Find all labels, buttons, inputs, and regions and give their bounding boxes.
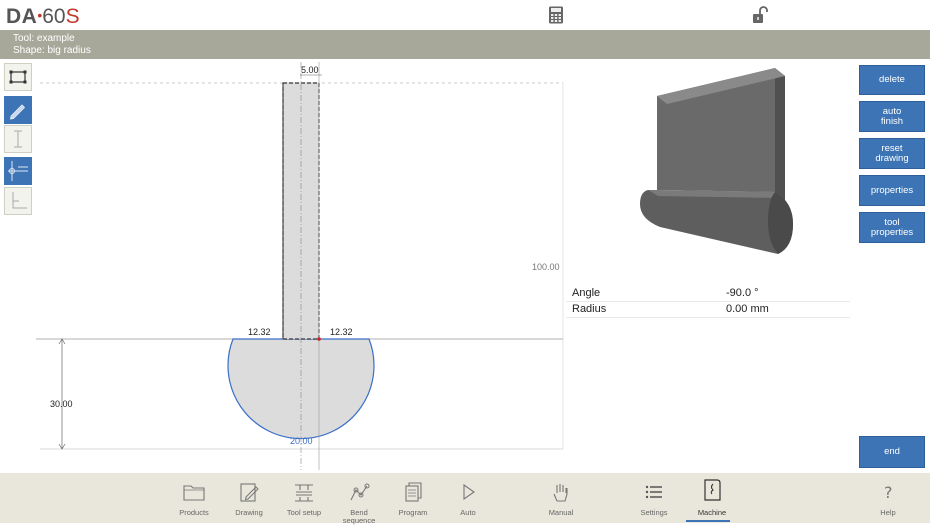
hand-icon bbox=[553, 484, 568, 502]
machine-icon bbox=[704, 479, 721, 501]
auto-finish-label-line1: auto bbox=[882, 105, 902, 117]
nav-products[interactable]: Products bbox=[166, 473, 222, 523]
nav-settings[interactable]: Settings bbox=[626, 473, 682, 523]
nav-products-label: Products bbox=[179, 508, 209, 517]
logo-brand: DA bbox=[6, 5, 38, 28]
properties-table: Angle -90.0 ° Radius 0.00 mm bbox=[566, 286, 850, 318]
dimension-height-label[interactable]: 100.00 bbox=[532, 262, 560, 272]
auto-finish-label-line2: finish bbox=[880, 115, 904, 127]
play-icon bbox=[463, 483, 475, 501]
dimension-left-shoulder-label[interactable]: 12.32 bbox=[248, 327, 271, 337]
tool-name-label: Tool: example bbox=[13, 33, 75, 44]
dimension-radius-height-label[interactable]: 30.00 bbox=[50, 399, 73, 409]
nav-manual[interactable]: Manual bbox=[533, 473, 589, 523]
property-row-angle[interactable]: Angle -90.0 ° bbox=[566, 286, 850, 302]
svg-text:?: ? bbox=[884, 483, 893, 502]
nav-auto-label: Auto bbox=[460, 508, 476, 517]
logo-model-suffix: S bbox=[65, 5, 80, 28]
drawing-canvas[interactable]: 5.00 100.00 12.32 12.32 30.00 20.00 bbox=[0, 59, 570, 473]
dimension-top-label[interactable]: 5.00 bbox=[301, 65, 319, 75]
nav-machine[interactable]: Machine bbox=[684, 473, 740, 523]
blade-side bbox=[775, 68, 785, 200]
active-tab-indicator bbox=[686, 520, 730, 522]
top-bar: DA•60S bbox=[0, 0, 930, 30]
tool-properties-label-line1: tool bbox=[884, 216, 900, 228]
property-value[interactable]: -90.0 ° bbox=[726, 287, 759, 299]
dimension-diameter-label[interactable]: 20.00 bbox=[290, 436, 313, 446]
bend-sequence-icon bbox=[350, 483, 370, 501]
properties-button-label: properties bbox=[870, 184, 914, 196]
dimension-right-shoulder-label[interactable]: 12.32 bbox=[330, 327, 353, 337]
nav-program[interactable]: Program bbox=[385, 473, 441, 523]
property-value[interactable]: 0.00 mm bbox=[726, 303, 769, 315]
nav-drawing-label: Drawing bbox=[235, 508, 263, 517]
nav-help-label: Help bbox=[880, 508, 896, 517]
nav-bend-sequence-label-line2: sequence bbox=[342, 516, 376, 525]
reset-drawing-label-line2: drawing bbox=[875, 152, 909, 164]
logo-model-number: 60 bbox=[42, 5, 66, 28]
folder-icon bbox=[183, 485, 205, 501]
nav-machine-label: Machine bbox=[697, 508, 727, 517]
delete-button[interactable]: delete bbox=[859, 65, 925, 95]
nav-bend-sequence[interactable]: Bend sequence bbox=[331, 473, 387, 525]
calculator-icon[interactable] bbox=[548, 6, 564, 24]
property-key: Angle bbox=[572, 287, 601, 299]
reset-drawing-label-line1: reset bbox=[881, 142, 903, 154]
tool-info-bar: Tool: example Shape: big radius bbox=[0, 30, 930, 59]
program-icon bbox=[405, 482, 422, 502]
nav-help[interactable]: ? Help bbox=[860, 473, 916, 523]
logo-model: 60S bbox=[42, 5, 79, 28]
nav-tool-setup-label: Tool setup bbox=[286, 508, 322, 517]
shape-name-label: Shape: big radius bbox=[13, 45, 91, 56]
property-row-radius[interactable]: Radius 0.00 mm bbox=[566, 302, 850, 318]
nav-settings-label: Settings bbox=[640, 508, 668, 517]
nav-manual-label: Manual bbox=[548, 508, 574, 517]
app-logo: DA•60S bbox=[6, 3, 80, 29]
nav-program-label: Program bbox=[398, 508, 428, 517]
help-icon: ? bbox=[884, 483, 893, 502]
nav-auto[interactable]: Auto bbox=[440, 473, 496, 523]
end-button[interactable]: end bbox=[859, 436, 925, 468]
selected-point-marker[interactable] bbox=[317, 337, 321, 341]
drawing-icon bbox=[240, 483, 259, 502]
bottom-navigation: Products Drawing Tool setup Bend sequenc… bbox=[0, 473, 930, 525]
property-key: Radius bbox=[572, 303, 607, 315]
end-button-label: end bbox=[884, 446, 900, 457]
unlock-icon[interactable] bbox=[752, 6, 768, 24]
tool-properties-button[interactable]: tool properties bbox=[859, 212, 925, 243]
properties-button[interactable]: properties bbox=[859, 175, 925, 206]
auto-finish-button[interactable]: auto finish bbox=[859, 101, 925, 132]
tool-setup-icon bbox=[295, 484, 313, 502]
delete-button-label: delete bbox=[879, 74, 905, 85]
tool-3d-preview[interactable] bbox=[630, 62, 805, 262]
list-icon bbox=[645, 485, 662, 499]
reset-drawing-button[interactable]: reset drawing bbox=[859, 138, 925, 169]
tool-properties-label-line2: properties bbox=[870, 226, 914, 238]
nav-drawing[interactable]: Drawing bbox=[221, 473, 277, 523]
nav-tool-setup[interactable]: Tool setup bbox=[276, 473, 332, 523]
